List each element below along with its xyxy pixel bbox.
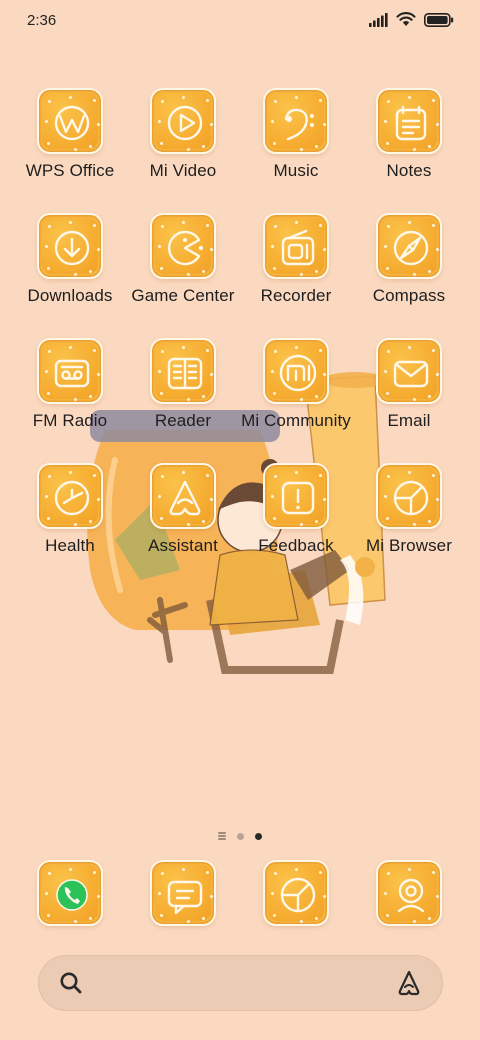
app-icon-tile[interactable] bbox=[37, 88, 103, 154]
app-label: Assistant bbox=[148, 536, 218, 555]
app-icon-tile[interactable] bbox=[150, 463, 216, 529]
page-dot-1[interactable] bbox=[237, 832, 244, 840]
play-icon bbox=[167, 105, 203, 141]
app-notes[interactable]: Notes bbox=[353, 88, 465, 181]
message-icon bbox=[167, 880, 203, 915]
dock-icon-tile[interactable] bbox=[150, 860, 216, 926]
app-label: Feedback bbox=[258, 536, 334, 555]
assistant-icon[interactable] bbox=[395, 969, 423, 997]
app-mi-browser[interactable]: Mi Browser bbox=[353, 463, 465, 556]
app-reader[interactable]: Reader bbox=[127, 338, 239, 431]
camera-icon bbox=[397, 878, 425, 913]
app-icon-tile[interactable] bbox=[150, 338, 216, 404]
app-icon-tile[interactable] bbox=[263, 213, 329, 279]
app-label: Mi Video bbox=[149, 161, 217, 180]
dock-camera-app[interactable] bbox=[353, 860, 465, 926]
app-mi-community[interactable]: Mi Community bbox=[240, 338, 352, 431]
clock-icon bbox=[54, 480, 90, 516]
notes-icon bbox=[395, 105, 427, 141]
pacman-icon bbox=[167, 230, 204, 266]
app-recorder[interactable]: Recorder bbox=[240, 213, 352, 306]
battery-icon bbox=[424, 12, 454, 27]
app-compass[interactable]: Compass bbox=[353, 213, 465, 306]
page-indicator-menu-icon bbox=[218, 832, 226, 840]
app-label: Downloads bbox=[27, 286, 113, 305]
app-mi-video[interactable]: Mi Video bbox=[127, 88, 239, 181]
status-icons bbox=[368, 12, 454, 27]
app-icon-tile[interactable] bbox=[376, 88, 442, 154]
bass-clef-icon bbox=[284, 108, 314, 141]
app-icon-tile[interactable] bbox=[263, 338, 329, 404]
dock-browser-app[interactable] bbox=[240, 860, 352, 926]
app-icon-tile[interactable] bbox=[150, 213, 216, 279]
status-time: 2:36 bbox=[27, 12, 57, 29]
dock-message-app[interactable] bbox=[127, 860, 239, 926]
envelope-icon bbox=[393, 360, 429, 388]
download-icon bbox=[54, 230, 90, 266]
dock-icon-tile[interactable] bbox=[376, 860, 442, 926]
app-music[interactable]: Music bbox=[240, 88, 352, 181]
app-label: Mi Community bbox=[241, 411, 351, 430]
app-game-center[interactable]: Game Center bbox=[127, 213, 239, 306]
app-fm-radio[interactable]: FM Radio bbox=[14, 338, 126, 431]
app-label: Reader bbox=[154, 411, 212, 430]
app-icon-tile[interactable] bbox=[37, 213, 103, 279]
status-bar: 2:36 bbox=[0, 0, 480, 44]
app-feedback[interactable]: Feedback bbox=[240, 463, 352, 556]
app-label: Recorder bbox=[260, 286, 332, 305]
app-email[interactable]: Email bbox=[353, 338, 465, 431]
app-label: Notes bbox=[386, 161, 432, 180]
book-icon bbox=[167, 357, 203, 390]
recorder-icon bbox=[281, 229, 315, 266]
search-icon[interactable] bbox=[58, 970, 84, 996]
page-indicator[interactable] bbox=[0, 830, 480, 842]
app-assistant[interactable]: Assistant bbox=[127, 463, 239, 556]
app-health[interactable]: Health bbox=[14, 463, 126, 556]
app-label: Email bbox=[387, 411, 431, 430]
app-icon-tile[interactable] bbox=[37, 463, 103, 529]
app-icon-tile[interactable] bbox=[376, 213, 442, 279]
wifi-icon bbox=[396, 12, 416, 26]
app-wps-office[interactable]: WPS Office bbox=[14, 88, 126, 181]
app-label: FM Radio bbox=[32, 411, 108, 430]
exclamation-icon bbox=[281, 481, 315, 515]
app-label: Health bbox=[45, 536, 95, 555]
app-downloads[interactable]: Downloads bbox=[14, 213, 126, 306]
browser-icon bbox=[280, 877, 316, 913]
dock-phone-app[interactable] bbox=[14, 860, 126, 926]
mi-logo-icon bbox=[279, 354, 317, 392]
wps-icon bbox=[54, 105, 90, 141]
assistant-icon bbox=[169, 480, 201, 516]
app-label: Music bbox=[273, 161, 319, 180]
dock-icon-tile[interactable] bbox=[263, 860, 329, 926]
radio-icon bbox=[54, 359, 90, 388]
app-label: Mi Browser bbox=[365, 536, 452, 555]
app-icon-tile[interactable] bbox=[376, 463, 442, 529]
app-icon-tile[interactable] bbox=[263, 88, 329, 154]
app-label: Game Center bbox=[131, 286, 235, 305]
app-label: Compass bbox=[372, 286, 446, 305]
browser-icon bbox=[393, 480, 429, 516]
phone-icon bbox=[56, 879, 88, 911]
app-icon-tile[interactable] bbox=[263, 463, 329, 529]
app-label: WPS Office bbox=[25, 161, 115, 180]
page-dot-2-active[interactable] bbox=[255, 832, 262, 840]
app-icon-tile[interactable] bbox=[37, 338, 103, 404]
dock-icon-tile[interactable] bbox=[37, 860, 103, 926]
app-icon-tile[interactable] bbox=[376, 338, 442, 404]
app-icon-tile[interactable] bbox=[150, 88, 216, 154]
search-bar[interactable] bbox=[38, 955, 443, 1011]
compass-icon bbox=[393, 230, 429, 266]
signal-icon bbox=[369, 12, 388, 27]
